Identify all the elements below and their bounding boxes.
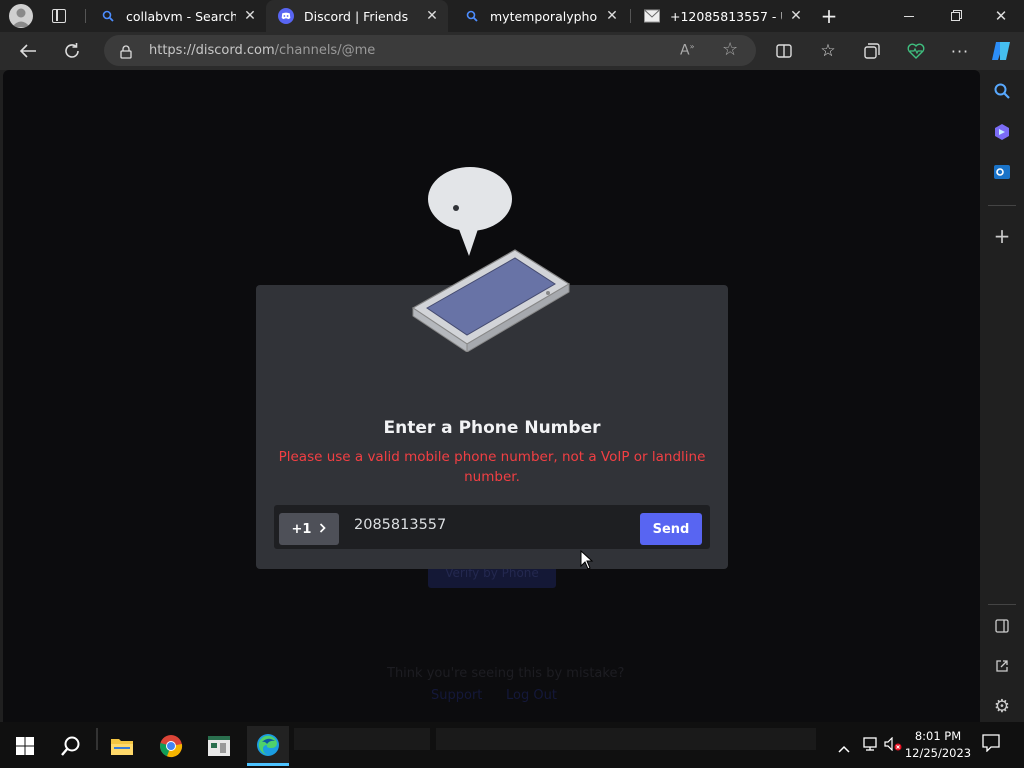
tab-title: +12085813557 - USA <box>670 8 782 24</box>
back-button[interactable] <box>12 36 44 66</box>
send-button[interactable]: Send <box>640 513 702 545</box>
chevron-right-icon <box>319 522 327 537</box>
phone-number-input[interactable]: 2085813557 <box>354 517 446 533</box>
windows-start-icon[interactable] <box>4 726 46 766</box>
url-text[interactable]: https://discord.com/channels/@me <box>149 43 375 58</box>
search-icon[interactable] <box>50 726 92 766</box>
browser-toolbar: https://discord.com/channels/@me A» ☆ ☆ … <box>0 32 1024 70</box>
read-aloud-icon[interactable]: A» <box>680 42 694 59</box>
country-code-label: +1 <box>291 521 312 537</box>
taskbar-app-slot[interactable] <box>294 728 430 750</box>
close-icon[interactable]: ✕ <box>242 8 258 24</box>
address-bar[interactable]: https://discord.com/channels/@me A» ☆ <box>104 35 756 66</box>
country-code-button[interactable]: +1 <box>279 513 339 545</box>
more-menu-icon[interactable]: ··· <box>944 36 976 66</box>
refresh-button[interactable] <box>56 36 88 66</box>
url-path: /channels/@me <box>274 43 376 58</box>
tab-phone-number-usa[interactable]: +12085813557 - USA ✕ <box>632 0 812 32</box>
add-icon[interactable]: + <box>990 224 1014 248</box>
mail-icon <box>644 8 660 24</box>
restore-button[interactable] <box>932 0 978 32</box>
settings-gear-icon[interactable]: ⚙ <box>990 694 1014 718</box>
file-explorer-icon[interactable] <box>101 726 143 766</box>
discord-icon <box>278 8 294 24</box>
tab-title: Discord | Friends <box>304 8 409 24</box>
close-icon[interactable]: ✕ <box>788 8 804 24</box>
minimize-button[interactable] <box>886 0 932 32</box>
taskbar-divider <box>96 728 98 750</box>
new-tab-button[interactable]: + <box>818 4 840 28</box>
tab-collabvm-search[interactable]: collabvm - Search ✕ <box>88 0 266 32</box>
close-icon[interactable]: ✕ <box>604 8 620 24</box>
chrome-icon[interactable] <box>150 726 192 766</box>
taskbar-app-slot[interactable] <box>436 728 816 750</box>
tab-discord-friends[interactable]: Discord | Friends ✕ <box>266 0 448 32</box>
edge-browser-icon[interactable] <box>247 726 289 766</box>
tab-temporary-phone-search[interactable]: mytemporalyphonenu ✕ <box>452 0 628 32</box>
favorite-star-icon[interactable]: ☆ <box>722 39 738 60</box>
outlook-icon[interactable] <box>990 160 1014 184</box>
error-message: Please use a valid mobile phone number, … <box>278 449 706 485</box>
open-external-icon[interactable] <box>990 654 1014 678</box>
chevron-up-icon[interactable] <box>838 738 850 757</box>
network-icon[interactable] <box>862 736 878 755</box>
tab-actions-icon[interactable] <box>52 9 66 23</box>
clock-time: 8:01 PM <box>914 729 962 743</box>
phone-chat-illustration <box>411 167 571 352</box>
notification-icon[interactable] <box>982 734 1000 756</box>
close-icon[interactable]: ✕ <box>424 8 440 24</box>
sidebar-divider <box>988 205 1016 206</box>
close-window-button[interactable]: ✕ <box>978 0 1024 32</box>
browser-essentials-icon[interactable] <box>900 36 932 66</box>
collections-icon[interactable] <box>856 36 888 66</box>
windows-taskbar: 8:01 PM 12/25/2023 <box>0 722 1024 768</box>
terminal-app-icon[interactable] <box>198 726 240 766</box>
ghost-question-text: Think you're seeing this by mistake? <box>387 666 625 681</box>
profile-avatar[interactable] <box>9 4 33 28</box>
split-screen-icon[interactable] <box>768 36 800 66</box>
ghost-logout-link: Log Out <box>506 688 557 703</box>
ghost-support-link: Support <box>431 688 483 703</box>
favorites-icon[interactable]: ☆ <box>812 36 844 66</box>
copilot-icon[interactable] <box>986 36 1018 66</box>
tab-title: collabvm - Search <box>126 8 236 24</box>
edge-sidebar: + ⚙ <box>980 70 1024 722</box>
bing-search-icon <box>100 8 116 24</box>
copilot-sidebar-icon[interactable] <box>990 120 1014 144</box>
lock-icon[interactable] <box>120 44 132 63</box>
bing-search-icon <box>464 8 480 24</box>
search-icon[interactable] <box>990 79 1014 103</box>
mouse-cursor-icon <box>580 550 594 570</box>
phone-input-group: +1 2085813557 Send <box>274 505 710 549</box>
url-host: https://discord.com <box>149 43 275 58</box>
hide-sidebar-icon[interactable] <box>990 614 1014 638</box>
browser-tab-strip: collabvm - Search ✕ Discord | Friends ✕ … <box>0 0 1024 32</box>
tab-title: mytemporalyphonenu <box>490 8 598 24</box>
page-viewport: Verify by Phone Think you're seeing this… <box>3 70 980 722</box>
sidebar-divider <box>988 604 1016 605</box>
clock-date: 12/25/2023 <box>904 746 972 760</box>
system-clock[interactable]: 8:01 PM 12/25/2023 <box>896 728 980 762</box>
modal-title: Enter a Phone Number <box>383 418 601 438</box>
